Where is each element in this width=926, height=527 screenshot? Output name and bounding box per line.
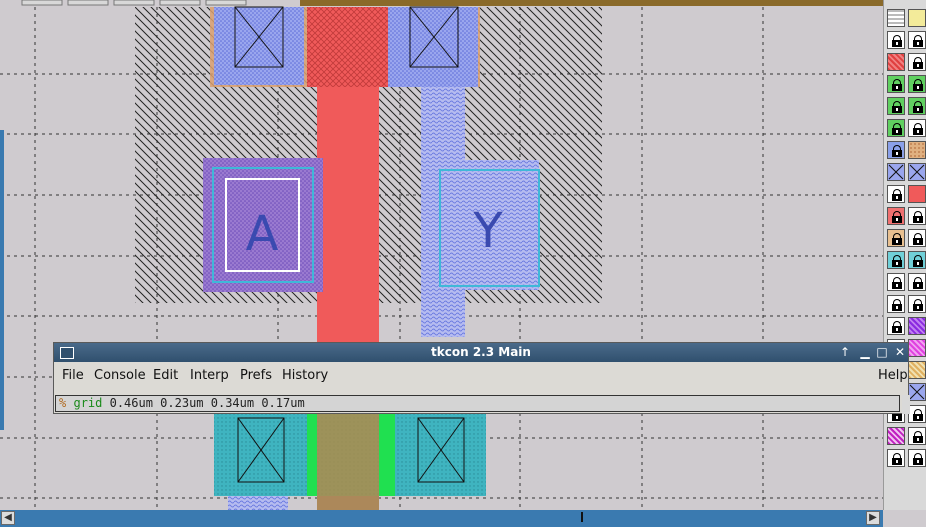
red-swatch[interactable]: [908, 185, 926, 203]
minimize-icon[interactable]: ▁: [857, 344, 873, 360]
menu-console[interactable]: Console: [94, 368, 146, 383]
lock-icon-green[interactable]: [908, 75, 926, 93]
layer-palette[interactable]: [883, 0, 926, 510]
lock-icon[interactable]: [908, 273, 926, 291]
lock-icon[interactable]: [908, 449, 926, 467]
menu-interp[interactable]: Interp: [190, 368, 229, 383]
lock-icon[interactable]: [908, 207, 926, 225]
window-title: tkcon 2.3 Main: [431, 345, 531, 359]
console-prompt: %: [59, 396, 67, 410]
contact-x-swatch[interactable]: [908, 163, 926, 181]
lock-icon[interactable]: [908, 295, 926, 313]
magenta-hatch-swatch[interactable]: [887, 427, 905, 445]
tkcon-titlebar[interactable]: tkcon 2.3 Main ↑ ▁ □ ✕: [54, 343, 908, 362]
cross-hatch-swatch[interactable]: [908, 361, 926, 379]
horizontal-scrollbar[interactable]: ◀ ▶: [0, 510, 883, 527]
lock-icon[interactable]: [908, 427, 926, 445]
lock-icon[interactable]: [908, 405, 926, 423]
scroll-right-arrow-icon[interactable]: ▶: [866, 511, 880, 525]
layout-canvas[interactable]: A Y: [0, 0, 883, 510]
yellow-swatch[interactable]: [908, 9, 926, 27]
maximize-icon[interactable]: □: [874, 344, 890, 360]
lock-icon-orange[interactable]: [887, 229, 905, 247]
lock-icon-red[interactable]: [887, 207, 905, 225]
lock-icon[interactable]: [908, 53, 926, 71]
lock-icon[interactable]: [887, 449, 905, 467]
menu-help[interactable]: Help: [878, 368, 908, 383]
lock-icon-green[interactable]: [908, 97, 926, 115]
console-input[interactable]: % grid 0.46um 0.23um 0.34um 0.17um: [55, 395, 900, 412]
contact-x-swatch[interactable]: [908, 383, 926, 401]
scroll-corner: [883, 510, 926, 527]
input-a-label: A: [246, 206, 279, 262]
red-hatch-swatch[interactable]: [887, 53, 905, 71]
lock-icon[interactable]: [908, 229, 926, 247]
lock-icon-cyan[interactable]: [887, 251, 905, 269]
lock-icon[interactable]: [887, 273, 905, 291]
lock-icon[interactable]: [887, 317, 905, 335]
output-y-label: Y: [472, 203, 503, 259]
contact-x-swatch[interactable]: [887, 163, 905, 181]
purple-hatch-swatch[interactable]: [908, 317, 926, 335]
tkcon-menubar: File Console Edit Interp Prefs History H…: [54, 363, 908, 385]
lock-icon-green[interactable]: [887, 97, 905, 115]
lock-icon[interactable]: [908, 119, 926, 137]
grid-swatch[interactable]: [887, 9, 905, 27]
console-scrollbar[interactable]: [902, 395, 910, 414]
orange-dot-swatch[interactable]: [908, 141, 926, 159]
left-edge-strip: [0, 130, 4, 430]
lock-icon[interactable]: [887, 295, 905, 313]
scroll-left-arrow-icon[interactable]: ◀: [1, 511, 15, 525]
menu-edit[interactable]: Edit: [153, 368, 178, 383]
console-args: 0.46um 0.23um 0.34um 0.17um: [102, 396, 305, 410]
lock-icon-blue[interactable]: [887, 141, 905, 159]
menu-prefs[interactable]: Prefs: [240, 368, 272, 383]
tkcon-window[interactable]: tkcon 2.3 Main ↑ ▁ □ ✕ File Console Edit…: [53, 342, 910, 414]
lock-icon[interactable]: [887, 31, 905, 49]
shade-up-icon[interactable]: ↑: [837, 344, 853, 360]
close-icon[interactable]: ✕: [892, 344, 908, 360]
lock-icon[interactable]: [887, 185, 905, 203]
magenta-swatch[interactable]: [908, 339, 926, 357]
lock-icon-green[interactable]: [887, 119, 905, 137]
lock-icon-cyan[interactable]: [908, 251, 926, 269]
console-command: grid: [73, 396, 103, 410]
menu-history[interactable]: History: [282, 368, 328, 383]
menu-file[interactable]: File: [62, 368, 84, 383]
scroll-position-marker[interactable]: [581, 512, 583, 522]
top-contact-right: [388, 7, 478, 87]
top-contact-left: [214, 7, 304, 85]
lock-icon-green[interactable]: [887, 75, 905, 93]
lock-icon[interactable]: [908, 31, 926, 49]
